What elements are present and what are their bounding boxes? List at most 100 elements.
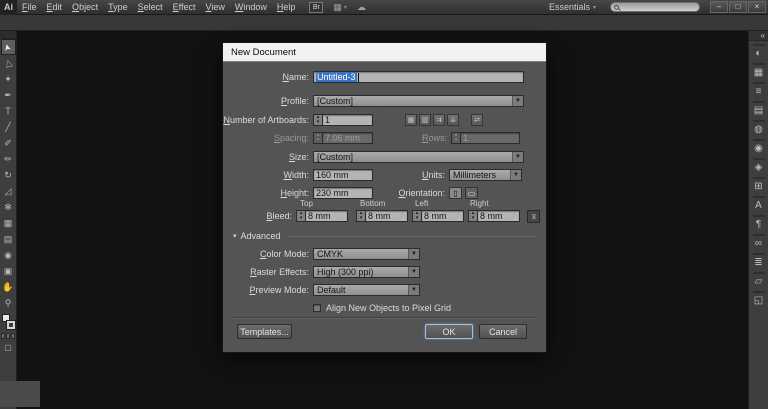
color-mode-select[interactable]: CMYK ▼	[313, 248, 420, 260]
artboards-stepper[interactable]: ▴ ▾	[313, 114, 322, 126]
workspace-switcher[interactable]: Essentials ▾	[549, 2, 596, 12]
transparency-panel-button[interactable]: ◍	[750, 117, 768, 136]
grid-by-row-button[interactable]: ▦	[405, 114, 417, 126]
minimize-button[interactable]: –	[710, 1, 728, 13]
profile-select[interactable]: [Custom] ▼	[313, 95, 524, 107]
paragraph-panel-button[interactable]: ¶	[750, 212, 768, 231]
paintbrush-tool-button[interactable]: ✐	[1, 135, 16, 151]
chevron-down-icon: ▼	[512, 152, 523, 162]
size-value: [Custom]	[317, 152, 354, 162]
orientation-portrait-button[interactable]: ▯	[449, 187, 462, 199]
menu-file[interactable]: File	[17, 0, 42, 15]
stroke-color-swatch[interactable]	[5, 320, 16, 330]
bleed-right-input[interactable]: 8 mm	[477, 210, 520, 222]
cs-live-button[interactable]: ☁	[357, 2, 366, 13]
bridge-button[interactable]: Br	[309, 1, 324, 13]
eyedropper-tool-button[interactable]: ◉	[1, 247, 16, 263]
preview-mode-select[interactable]: Default ▼	[313, 284, 420, 296]
menu-type[interactable]: Type	[103, 0, 133, 15]
pen-tool-icon: ✒	[4, 89, 12, 100]
profile-value: [Custom]	[317, 96, 354, 106]
bleed-bottom-input[interactable]: 8 mm	[365, 210, 408, 222]
dock-header[interactable]: «	[749, 31, 768, 41]
symbol-sprayer-tool-button[interactable]: ✻	[1, 199, 16, 215]
align-panel-icon: ≣	[754, 257, 763, 268]
gradient-panel-button[interactable]: ▤	[750, 98, 768, 117]
rotate-tool-button[interactable]: ↻	[1, 167, 16, 183]
hand-tool-button[interactable]: ✋	[1, 279, 16, 295]
units-value: Millimeters	[453, 170, 497, 180]
stepper-down-icon: ▾	[316, 119, 320, 125]
raster-effects-select[interactable]: High (300 ppi) ▼	[313, 266, 420, 278]
close-button[interactable]: ×	[748, 1, 766, 13]
artboards-input[interactable]: 1	[322, 114, 373, 126]
character-panel-button[interactable]: A	[750, 193, 768, 212]
change-layout-direction-button[interactable]: ⇄	[471, 114, 483, 126]
graph-tool-button[interactable]: ▦	[1, 215, 16, 231]
zoom-tool-button[interactable]: ⚲	[1, 295, 16, 311]
bleed-left-input[interactable]: 8 mm	[421, 210, 464, 222]
arrange-documents-button[interactable]: ▦ ▾	[333, 2, 347, 13]
menu-effect[interactable]: Effect	[168, 0, 201, 15]
size-select[interactable]: [Custom] ▼	[313, 151, 524, 163]
arrange-by-row-button[interactable]: ⇉	[433, 114, 445, 126]
pencil-tool-button[interactable]: ✏	[1, 151, 16, 167]
stroke-panel-button[interactable]: ≡	[750, 79, 768, 98]
pixel-grid-checkbox[interactable]	[313, 304, 321, 312]
artboard-tool-button[interactable]: ▣	[1, 263, 16, 279]
window-controls: – □ ×	[710, 1, 768, 13]
menu-view[interactable]: View	[201, 0, 230, 15]
bleed-right-stepper[interactable]: ▴ ▾	[468, 210, 477, 222]
width-input[interactable]: 160 mm	[313, 169, 373, 181]
menu-help[interactable]: Help	[272, 0, 301, 15]
search-box[interactable]	[610, 2, 700, 12]
layers-panel-button[interactable]: ◈	[750, 155, 768, 174]
restore-button[interactable]: □	[729, 1, 747, 13]
scale-tool-button[interactable]: ◿	[1, 183, 16, 199]
bleed-top-stepper[interactable]: ▴ ▾	[296, 210, 305, 222]
swatches-panel-button[interactable]: ▦	[750, 60, 768, 79]
drawing-modes-buttons[interactable]	[1, 333, 15, 339]
gray-corner-block	[0, 381, 40, 407]
transform-panel-button[interactable]: ▱	[750, 269, 768, 288]
pathfinder-panel-button[interactable]: ◱	[750, 288, 768, 307]
pen-tool-button[interactable]: ✒	[1, 87, 16, 103]
selection-tool-button[interactable]: ➤	[0, 39, 16, 55]
bleed-bottom-stepper[interactable]: ▴ ▾	[356, 210, 365, 222]
tools-panel-header[interactable]	[0, 31, 16, 39]
templates-button[interactable]: Templates...	[237, 324, 292, 339]
menu-object[interactable]: Object	[67, 0, 103, 15]
type-tool-button[interactable]: T	[1, 103, 16, 119]
advanced-section-toggle[interactable]: ▾ Advanced	[233, 231, 536, 241]
tools-panel: ➤ ▷ ✦ ✒ T ╱ ✐ ✏ ↻ ◿ ✻ ▦ ▤ ◉ ▣ ✋ ⚲ ▢	[0, 31, 17, 409]
search-input[interactable]	[619, 2, 696, 12]
bleed-link-button[interactable]: ∞	[527, 209, 540, 223]
artboards-panel-button[interactable]: ⊞	[750, 174, 768, 193]
appearance-panel-button[interactable]: ◉	[750, 136, 768, 155]
units-select[interactable]: Millimeters ▼	[449, 169, 522, 181]
fill-stroke-swatches[interactable]	[1, 314, 16, 330]
ok-button[interactable]: OK	[425, 324, 473, 339]
gradient-tool-button[interactable]: ▤	[1, 231, 16, 247]
height-input[interactable]: 230 mm	[313, 187, 373, 199]
menu-edit[interactable]: Edit	[42, 0, 68, 15]
bleed-top-input[interactable]: 8 mm	[305, 210, 348, 222]
orientation-landscape-button[interactable]: ▭	[465, 187, 478, 199]
name-input[interactable]: Untitled-3	[313, 71, 524, 83]
links-panel-button[interactable]: ∞	[750, 231, 768, 250]
menu-window[interactable]: Window	[230, 0, 272, 15]
cancel-button[interactable]: Cancel	[479, 324, 527, 339]
grid-by-column-button[interactable]: ▥	[419, 114, 431, 126]
align-panel-button[interactable]: ≣	[750, 250, 768, 269]
bleed-bottom-value: 8 mm	[368, 211, 391, 221]
application-window: Ai File Edit Object Type Select Effect V…	[0, 0, 768, 409]
bleed-left-stepper[interactable]: ▴ ▾	[412, 210, 421, 222]
color-panel-button[interactable]: ◐	[750, 41, 768, 60]
magic-wand-tool-button[interactable]: ✦	[1, 71, 16, 87]
arrange-by-column-button[interactable]: ⇊	[447, 114, 459, 126]
line-segment-tool-button[interactable]: ╱	[1, 119, 16, 135]
dialog-title-bar[interactable]: New Document	[223, 43, 546, 62]
screen-mode-button[interactable]: ▢	[4, 343, 12, 352]
direct-selection-tool-button[interactable]: ▷	[1, 55, 16, 71]
menu-select[interactable]: Select	[133, 0, 168, 15]
